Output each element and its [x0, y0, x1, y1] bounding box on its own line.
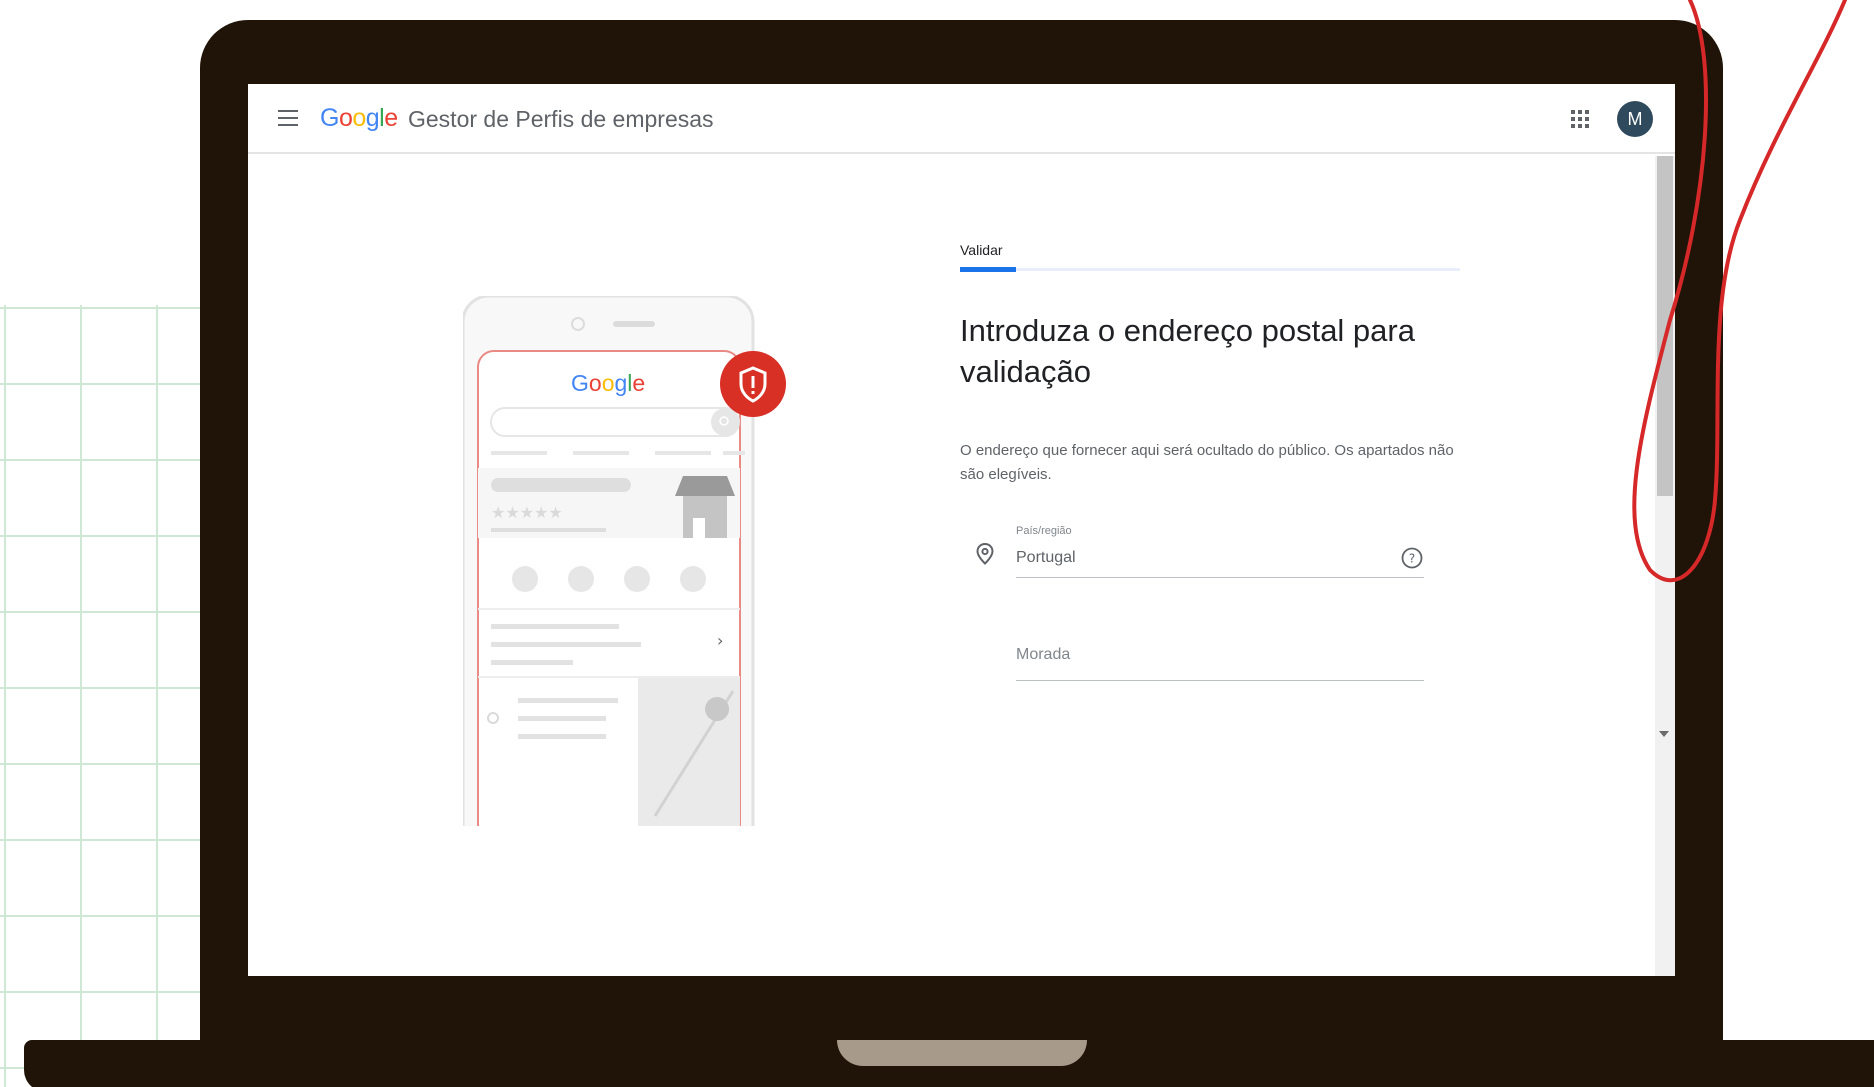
svg-text:?: ? — [1409, 552, 1415, 566]
help-circle-icon[interactable]: ? — [1401, 547, 1423, 569]
google-logo: Google — [320, 104, 398, 132]
scroll-down-arrow-icon[interactable] — [1659, 731, 1669, 737]
top-app-bar: Google Gestor de Perfis de empresas M — [248, 84, 1675, 154]
address-field-underline — [1016, 680, 1424, 681]
page-title: Introduza o endereço postal para validaç… — [960, 313, 1415, 389]
phone-illustration: Google ★★★★★ › — [463, 296, 786, 826]
content-area: Google ★★★★★ › — [248, 156, 1655, 826]
rating-stars: ★★★★★ — [491, 503, 563, 522]
tab-progress-track — [960, 268, 1460, 271]
country-field-underline — [1016, 577, 1424, 578]
stage: Google Gestor de Perfis de empresas M Go… — [0, 0, 1874, 1087]
product-name: Gestor de Perfis de empresas — [408, 106, 714, 132]
location-pin-icon — [976, 543, 994, 565]
svg-text:Google: Google — [571, 370, 645, 396]
red-annotation-scribble — [1632, 0, 1847, 583]
shield-alert-icon — [720, 351, 786, 417]
grid-background — [0, 305, 200, 1087]
address-description: O endereço que fornecer aqui será oculta… — [960, 442, 1454, 483]
store-icon — [675, 476, 735, 538]
svg-text:›: › — [717, 631, 723, 650]
tab-validar[interactable]: Validar — [960, 242, 1003, 258]
laptop-notch — [837, 1040, 1087, 1066]
country-field-label: País/região — [1016, 525, 1072, 537]
address-input[interactable]: Morada — [1016, 646, 1070, 664]
phone-google-logo: Google — [571, 370, 645, 396]
apps-grid-icon[interactable] — [1571, 110, 1589, 128]
laptop-screen: Google Gestor de Perfis de empresas M Go… — [248, 84, 1675, 976]
hamburger-menu-icon[interactable] — [278, 110, 298, 126]
tab-active-indicator — [960, 267, 1016, 272]
country-select[interactable]: Portugal — [1016, 549, 1076, 567]
